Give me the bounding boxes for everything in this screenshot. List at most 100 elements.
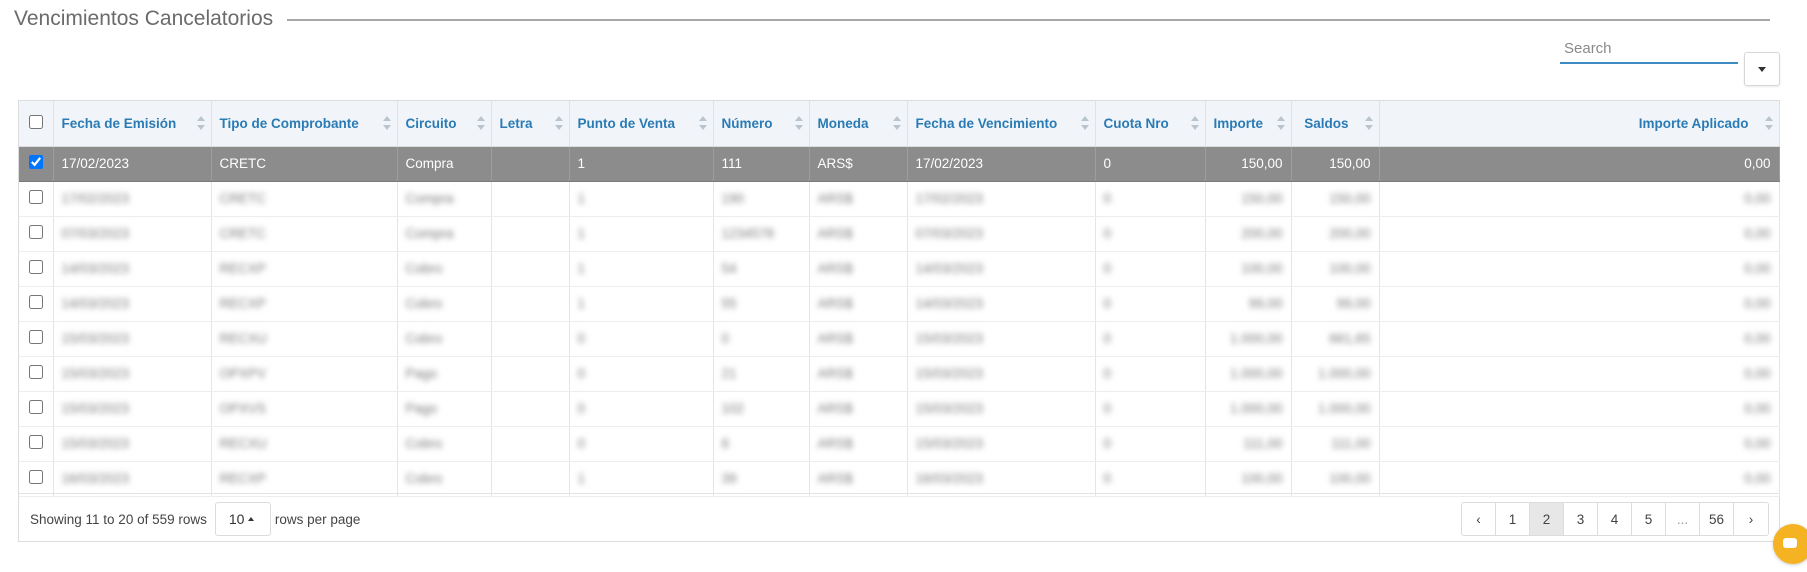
- table-row[interactable]: 14/03/2023 RECXP Cobro 1 55 ARS$ 14/03/2023 0 99…: [19, 286, 1780, 322]
- column-header-saldos[interactable]: Saldos: [1291, 101, 1380, 147]
- cell-moneda: ARS$: [809, 426, 908, 462]
- cell-importe: 200,00: [1205, 216, 1292, 252]
- cell-tipo: RECXP: [211, 251, 398, 287]
- cell-fecha-venc: 15/03/2023: [907, 426, 1096, 462]
- search-input[interactable]: [1560, 34, 1738, 64]
- select-all-checkbox[interactable]: [28, 114, 43, 129]
- column-header-label: Saldos: [1304, 115, 1349, 131]
- cell-tipo: CRETC: [211, 146, 398, 182]
- cell-importe: 111,00: [1205, 426, 1292, 462]
- row-checkbox[interactable]: [28, 365, 43, 379]
- cell-importe-aplicado: 0,00: [1379, 181, 1780, 217]
- cell-importe: 1.000,00: [1205, 391, 1292, 427]
- table-row[interactable]: 07/03/2023 CRETC Compra 1 1234578 ARS$ 07/03/2…: [19, 216, 1780, 252]
- row-select-cell: [19, 321, 54, 357]
- cell-fecha-venc: 15/03/2023: [907, 321, 1096, 357]
- cell-moneda: ARS$: [809, 146, 908, 182]
- cell-moneda: ARS$: [809, 356, 908, 392]
- page-button-3[interactable]: 3: [1564, 503, 1598, 535]
- page-button-56[interactable]: 56: [1700, 503, 1734, 535]
- column-header-fecha-emision[interactable]: Fecha de Emisión: [53, 101, 212, 147]
- cell-fecha-emision: 16/03/2023: [53, 461, 212, 497]
- cell-circuito: Cobro: [397, 286, 492, 322]
- cell-tipo: CRETC: [211, 181, 398, 217]
- cell-importe-aplicado: 0,00: [1379, 321, 1780, 357]
- sort-icon: [698, 116, 707, 131]
- page-button-4[interactable]: 4: [1598, 503, 1632, 535]
- column-header-importe[interactable]: Importe: [1205, 101, 1292, 147]
- cell-moneda: ARS$: [809, 321, 908, 357]
- prev-page-button[interactable]: ‹: [1462, 503, 1496, 535]
- chat-icon[interactable]: [1773, 524, 1807, 564]
- row-checkbox[interactable]: [28, 330, 43, 344]
- cell-numero: 1234578: [713, 216, 810, 252]
- table-row[interactable]: 14/03/2023 RECXP Cobro 1 54 ARS$ 14/03/2023 0 10…: [19, 251, 1780, 287]
- column-header-label: Fecha de Vencimiento: [915, 115, 1058, 131]
- column-header-fecha-venc[interactable]: Fecha de Vencimiento: [907, 101, 1096, 147]
- cell-importe-aplicado: 0,00: [1379, 426, 1780, 462]
- cell-tipo: RECXP: [211, 461, 398, 497]
- cell-letra: [491, 286, 570, 322]
- cell-circuito: Cobro: [397, 461, 492, 497]
- cell-letra: [491, 321, 570, 357]
- table-row[interactable]: 15/03/2023 OPXPV Pago 0 21 ARS$ 15/03/2023 0 1.0…: [19, 356, 1780, 392]
- sort-icon: [476, 116, 485, 131]
- cell-cuota: 0: [1095, 286, 1206, 322]
- cell-letra: [491, 181, 570, 217]
- cell-saldos: 1.000,00: [1291, 391, 1380, 427]
- cell-circuito: Compra: [397, 146, 492, 182]
- column-header-cuota[interactable]: Cuota Nro: [1095, 101, 1206, 147]
- cell-punto-venta: 1: [569, 461, 714, 497]
- column-header-letra[interactable]: Letra: [491, 101, 570, 147]
- column-header-importe-aplicado[interactable]: Importe Aplicado: [1379, 101, 1780, 147]
- table-panel: Fecha de Emisión Tipo de Comprobante Circu…: [18, 100, 1780, 542]
- table-row[interactable]: 17/02/2023 CRETC Compra 1 190 ARS$ 17/02/2023 0…: [19, 181, 1780, 217]
- table-row[interactable]: 15/03/2023 RECXU Cobro 0 6 ARS$ 15/03/2023 0 111…: [19, 426, 1780, 462]
- section-legend: Vencimientos Cancelatorios: [14, 4, 1770, 34]
- row-checkbox[interactable]: [28, 470, 43, 484]
- column-header-punto-venta[interactable]: Punto de Venta: [569, 101, 714, 147]
- cell-importe: 99,00: [1205, 286, 1292, 322]
- sort-icon: [794, 116, 803, 131]
- column-header-label: Fecha de Emisión: [61, 115, 177, 131]
- row-checkbox[interactable]: [28, 260, 43, 274]
- row-checkbox[interactable]: [28, 190, 43, 204]
- row-checkbox[interactable]: [28, 435, 43, 449]
- page-button-2[interactable]: 2: [1530, 503, 1564, 535]
- column-header-moneda[interactable]: Moneda: [809, 101, 908, 147]
- cell-moneda: ARS$: [809, 216, 908, 252]
- column-header-label: Punto de Venta: [577, 115, 676, 131]
- table-footer: Showing 11 to 20 of 559 rows 10 rows per…: [19, 493, 1779, 544]
- cell-fecha-venc: 17/02/2023: [907, 181, 1096, 217]
- sort-icon: [1190, 116, 1199, 131]
- row-select-cell: [19, 286, 54, 322]
- pagination: ‹ 1 2 3 4 5... 56 ›: [1461, 502, 1769, 536]
- column-header-numero[interactable]: Número: [713, 101, 810, 147]
- cell-cuota: 0: [1095, 251, 1206, 287]
- table-row[interactable]: 15/03/2023 RECXU Cobro 0 0 ARS$ 15/03/2023 0 1.0…: [19, 321, 1780, 357]
- columns-toggle-button[interactable]: [1744, 52, 1780, 86]
- cell-importe-aplicado: 0,00: [1379, 251, 1780, 287]
- sort-icon: [1364, 116, 1373, 131]
- cell-moneda: ARS$: [809, 461, 908, 497]
- next-page-button[interactable]: ›: [1734, 503, 1768, 535]
- table-row[interactable]: 15/03/2023 OPXVS Pago 0 102 ARS$ 15/03/2023 0 1.…: [19, 391, 1780, 427]
- row-checkbox[interactable]: [28, 155, 43, 169]
- row-checkbox[interactable]: [28, 225, 43, 239]
- cell-tipo: OPXPV: [211, 356, 398, 392]
- sort-icon: [196, 116, 205, 131]
- column-header-circuito[interactable]: Circuito: [397, 101, 492, 147]
- table-row[interactable]: 16/03/2023 RECXP Cobro 1 39 ARS$ 16/03/2023 0 10…: [19, 461, 1780, 497]
- cell-punto-venta: 0: [569, 426, 714, 462]
- row-checkbox[interactable]: [28, 400, 43, 414]
- table-row[interactable]: 17/02/2023 CRETC Compra 1 111 ARS$ 17/02/2023 0…: [19, 146, 1780, 182]
- row-checkbox[interactable]: [28, 295, 43, 309]
- page-size-dropdown[interactable]: 10: [214, 502, 271, 536]
- cell-cuota: 0: [1095, 426, 1206, 462]
- page-button-5[interactable]: 5: [1632, 503, 1666, 535]
- cell-fecha-emision: 17/02/2023: [53, 146, 212, 182]
- select-all-header: [19, 101, 54, 147]
- column-header-label: Letra: [499, 115, 533, 131]
- column-header-tipo[interactable]: Tipo de Comprobante: [211, 101, 398, 147]
- page-button-1[interactable]: 1: [1496, 503, 1530, 535]
